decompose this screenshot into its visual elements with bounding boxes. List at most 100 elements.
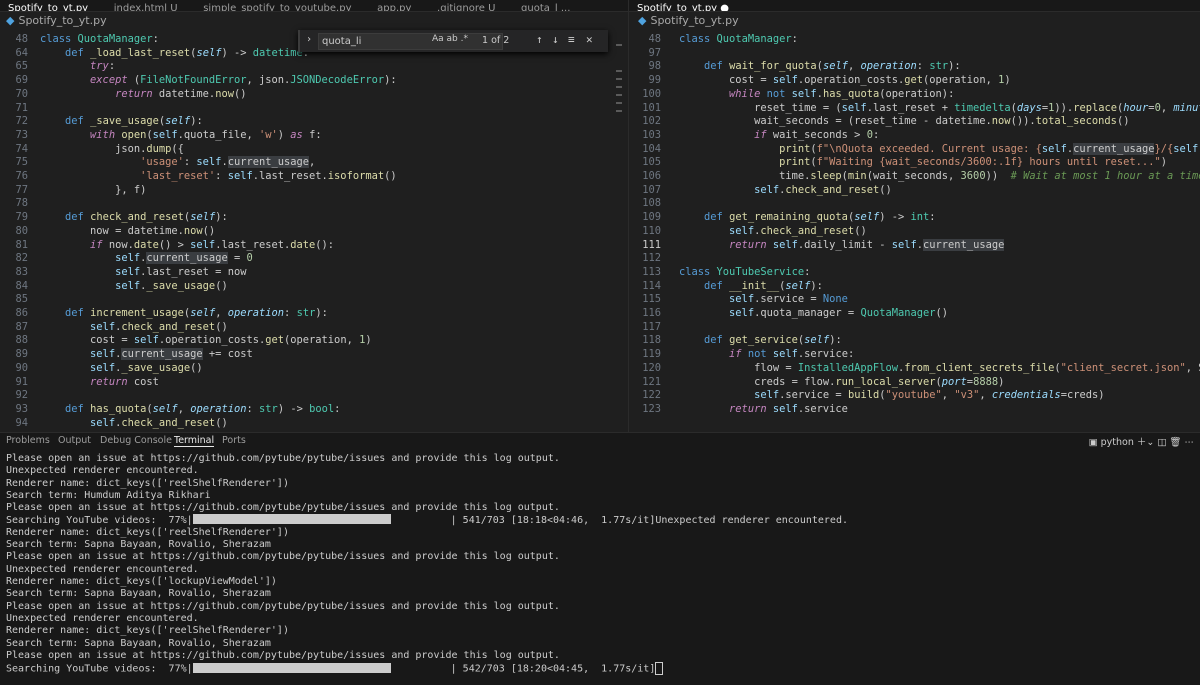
code-line[interactable]: 74 json.dump({ [0,143,614,157]
close-icon[interactable]: ✕ [586,33,593,46]
code-line[interactable]: 81 if now.date() > self.last_reset.date(… [0,239,614,253]
code-line[interactable]: 75 'usage': self.current_usage, [0,156,614,170]
line-number: 88 [15,334,28,347]
line-code: def _load_last_reset(self) -> datetime: [65,46,310,59]
code-line[interactable]: 115 self.service = None [629,293,1200,307]
tab-gitignore[interactable]: .gitignore U [429,4,503,12]
tab-quota[interactable]: quota_l ... [513,4,578,12]
left-breadcrumb[interactable]: ◆ Spotify_to_yt.py [6,12,107,30]
code-line[interactable]: 83 self.last_reset = now [0,266,614,280]
code-line[interactable]: 80 now = datetime.now() [0,225,614,239]
code-line[interactable]: 100 while not self.has_quota(operation): [629,88,1200,102]
code-line[interactable]: 108 [629,197,1200,211]
code-line[interactable]: 112 [629,252,1200,266]
code-line[interactable]: 116 self.quota_manager = QuotaManager() [629,307,1200,321]
code-line[interactable]: 76 'last_reset': self.last_reset.isoform… [0,170,614,184]
left-editor[interactable]: 48 class QuotaManager: 64 def _load_last_r… [0,30,614,432]
code-line[interactable]: 70 return datetime.now() [0,88,614,102]
code-line[interactable]: 48 class QuotaManager: [629,33,1200,47]
code-line[interactable]: 104 print(f"\nQuota exceeded. Current us… [629,142,1200,157]
line-code: def increment_usage(self, operation: str… [65,307,328,319]
next-match-icon[interactable]: ↓ [552,33,559,46]
code-line[interactable]: 107 self.check_and_reset() [629,184,1200,198]
kill-terminal-icon[interactable]: 🗑 [1169,437,1181,448]
tab-simple-spotify[interactable]: simple_spotify_to_youtube.py [195,4,359,12]
code-line[interactable]: 77 }, f) [0,184,614,198]
code-line[interactable]: 121 creds = flow.run_local_server(port=8… [629,376,1200,390]
code-line[interactable]: 123 return self.service [629,403,1200,417]
line-code: now = datetime.now() [40,224,216,237]
tab-problems[interactable]: Problems [6,435,50,446]
find-options[interactable]: Aa ab .* [432,34,468,44]
code-line[interactable]: 120 flow = InstalledAppFlow.from_client_… [629,362,1200,376]
code-line[interactable]: 122 self.service = build("youtube", "v3"… [629,389,1200,403]
find-in-selection-icon[interactable]: ≡ [568,33,575,46]
code-line[interactable]: 84 self._save_usage() [0,280,614,294]
code-line[interactable]: 73 with open(self.quota_file, 'w') as f: [0,129,614,143]
code-line[interactable]: 103 if wait_seconds > 0: [629,129,1200,143]
code-line[interactable]: 88 cost = self.operation_costs.get(opera… [0,334,614,348]
tab-right-spotify-to-yt[interactable]: Spotify_to_yt.py ● [629,4,737,12]
code-line[interactable]: 114 def __init__(self): [629,280,1200,294]
previous-match-icon[interactable]: ↑ [536,33,543,46]
code-line[interactable]: 98 def wait_for_quota(self, operation: s… [629,60,1200,74]
code-line[interactable]: 113 class YouTubeService: [629,266,1200,280]
code-line[interactable]: 111 return self.daily_limit - self.curre… [629,238,1200,253]
code-line[interactable]: 87 self.check_and_reset() [0,321,614,335]
code-line[interactable]: 71 [0,102,614,116]
code-line[interactable]: 90 self._save_usage() [0,362,614,376]
code-line[interactable]: 99 cost = self.operation_costs.get(opera… [629,74,1200,88]
code-line[interactable]: 65 try: [0,60,614,74]
tab-debug-console[interactable]: Debug Console [100,435,172,446]
code-line[interactable]: 97 [629,47,1200,61]
code-line[interactable]: 92 [0,389,614,403]
terminal-line: Please open an issue at https://github.c… [6,551,560,563]
more-actions-icon[interactable]: ⋯ [1185,437,1195,448]
line-number: 79 [15,211,28,224]
code-line[interactable]: 91 return cost [0,376,614,390]
code-line[interactable]: 102 wait_seconds = (reset_time - datetim… [629,115,1200,129]
terminal[interactable]: Please open an issue at https://github.c… [0,450,1200,685]
line-number: 109 [642,211,661,224]
code-line[interactable]: 106 time.sleep(min(wait_seconds, 3600)) … [629,170,1200,184]
terminal-icon: ▣ [1088,437,1098,448]
add-terminal-icon[interactable]: ＋⌄ [1137,437,1154,448]
code-line[interactable]: 85 [0,293,614,307]
code-line[interactable]: 118 def get_service(self): [629,334,1200,348]
minimap[interactable] [616,40,624,435]
toggle-replace-icon[interactable]: › [306,34,312,45]
right-editor[interactable]: 48 class QuotaManager: 97 98 def wait_for_q… [629,30,1200,432]
code-line[interactable]: 89 self.current_usage += cost [0,348,614,362]
tab-index-html[interactable]: index.html U [106,4,186,12]
code-line[interactable]: 110 self.check_and_reset() [629,225,1200,239]
right-breadcrumb[interactable]: ◆ Spotify_to_yt.py [638,12,739,30]
tab-terminal[interactable]: Terminal [174,435,215,447]
tab-spotify-to-yt[interactable]: Spotify_to_yt.py [0,4,96,12]
code-line[interactable]: 93 def has_quota(self, operation: str) -… [0,403,614,417]
code-line[interactable]: 117 [629,321,1200,335]
code-line[interactable]: 101 reset_time = (self.last_reset + time… [629,102,1200,116]
line-number: 102 [642,115,661,128]
tab-app-py[interactable]: app.py [369,4,419,12]
tab-ports[interactable]: Ports [222,435,246,446]
editor-divider[interactable] [628,0,629,432]
code-line[interactable]: 94 self.check_and_reset() [0,417,614,431]
find-input[interactable]: quota_li [318,33,503,50]
line-number: 76 [15,170,28,182]
code-line[interactable]: 86 def increment_usage(self, operation: … [0,307,614,321]
code-line[interactable]: 79 def check_and_reset(self): [0,211,614,225]
code-line[interactable]: 69 except (FileNotFoundError, json.JSOND… [0,74,614,88]
line-code: 'last_reset': self.last_reset.isoformat(… [140,170,397,182]
tab-output[interactable]: Output [58,435,91,446]
line-number: 84 [15,279,28,292]
code-line[interactable]: 109 def get_remaining_quota(self) -> int… [629,211,1200,225]
code-line[interactable]: 105 print(f"Waiting {wait_seconds/3600:.… [629,156,1200,170]
line-number: 72 [15,115,28,128]
code-line[interactable]: 72 def _save_usage(self): [0,115,614,129]
minimap-mark [616,70,622,72]
split-terminal-icon[interactable]: ◫ [1157,437,1166,448]
code-line[interactable]: 119 if not self.service: [629,348,1200,362]
code-line[interactable]: 78 [0,197,614,211]
code-line[interactable]: 82 self.current_usage = 0 [0,252,614,266]
terminal-name[interactable]: python [1101,437,1134,448]
